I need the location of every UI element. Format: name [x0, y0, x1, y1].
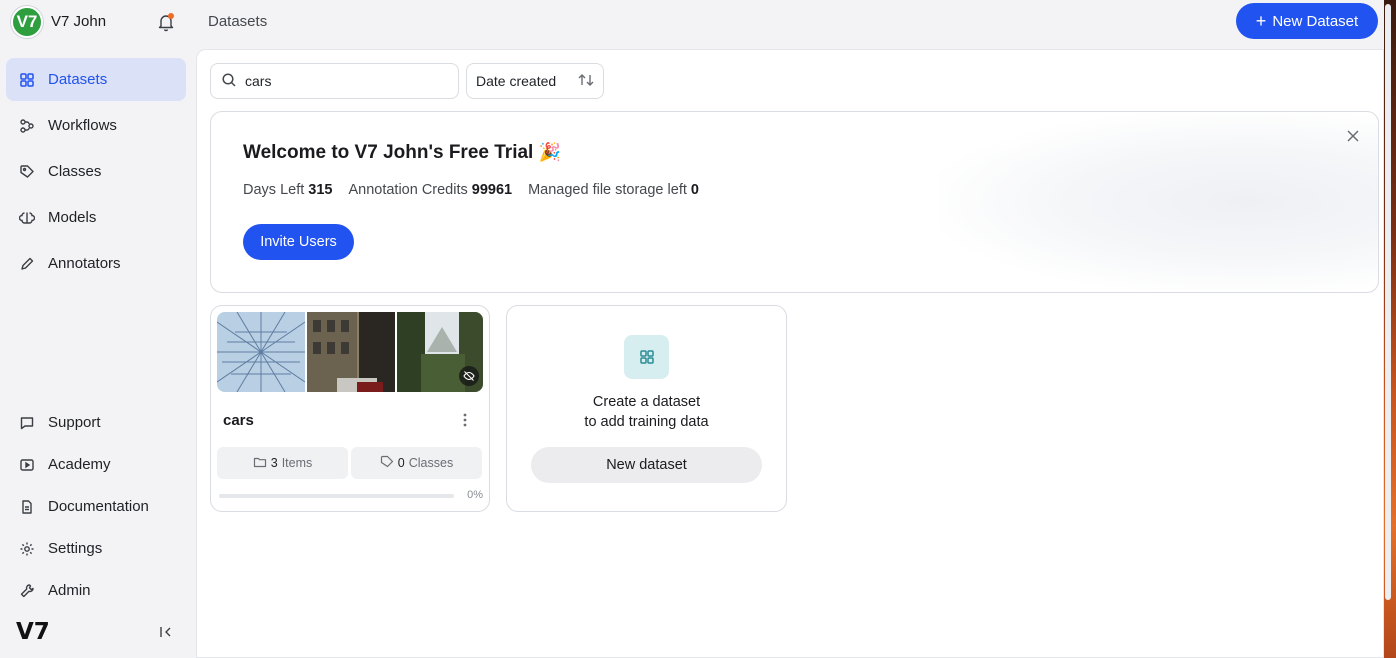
plus-icon: + [1255, 11, 1267, 31]
trial-stats: Days Left 315 Annotation Credits 99961 Man… [243, 182, 699, 198]
main-panel: cars Date created Welcome to V7 John's F… [196, 49, 1384, 658]
items-label: Items [281, 456, 313, 470]
top-bar: V7 V7 John Datasets + New Dataset [0, 0, 1384, 44]
workspace-name[interactable]: V7 John [51, 13, 106, 30]
notification-bell-icon[interactable] [156, 12, 176, 32]
sidebar-item-workflows[interactable]: Workflows [6, 104, 186, 147]
workspace-avatar[interactable]: V7 [11, 6, 43, 38]
party-emoji: 🎉 [538, 142, 562, 162]
create-dataset-card: Create a dataset to add training data Ne… [506, 305, 787, 512]
new-dataset-card-button[interactable]: New dataset [531, 447, 762, 483]
desktop-background [1384, 0, 1396, 658]
tag-icon [19, 164, 35, 180]
search-icon [221, 72, 237, 91]
classes-count-pill[interactable]: 0 Classes [351, 447, 482, 479]
thumbnail-image [217, 312, 306, 392]
wrench-icon [19, 583, 35, 599]
thumbnail-image [397, 312, 483, 392]
annotation-credits-stat: Annotation Credits 99961 [348, 182, 513, 198]
sidebar-item-classes[interactable]: Classes [6, 150, 186, 193]
banner-background [938, 112, 1378, 292]
sidebar-item-label: Workflows [48, 117, 117, 134]
workflow-icon [19, 118, 35, 134]
progress-percent: 0% [467, 489, 483, 501]
sidebar-item-models[interactable]: Models [6, 196, 186, 239]
items-count-pill[interactable]: 3 Items [217, 447, 348, 479]
storage-left-stat: Managed file storage left 0 [528, 182, 699, 198]
pen-icon [19, 256, 35, 272]
sidebar-item-label: Classes [48, 163, 102, 180]
notification-dot [168, 13, 174, 19]
sort-label: Date created [476, 73, 557, 89]
dataset-progress-bar [219, 494, 454, 498]
sidebar-item-label: Annotators [48, 255, 121, 272]
document-icon [19, 499, 35, 515]
brain-icon [19, 210, 35, 226]
sidebar-item-label: Datasets [48, 71, 108, 88]
create-dataset-text: Create a dataset to add training data [584, 394, 709, 430]
welcome-banner: Welcome to V7 John's Free Trial 🎉 Days L… [210, 111, 1379, 293]
sidebar-item-documentation[interactable]: Documentation [6, 485, 186, 528]
welcome-title: Welcome to V7 John's Free Trial 🎉 [243, 142, 562, 163]
classes-count: 0 [397, 456, 405, 470]
dataset-thumbnails [217, 312, 483, 392]
sidebar-item-label: Academy [48, 456, 111, 473]
play-icon [19, 457, 35, 473]
sidebar-item-datasets[interactable]: Datasets [6, 58, 186, 101]
thumbnail-image [307, 312, 395, 392]
eye-off-icon[interactable] [459, 366, 479, 386]
dataset-grid-icon [624, 335, 669, 379]
grid-icon [19, 72, 35, 88]
collapse-sidebar-icon[interactable] [158, 624, 174, 640]
sidebar-item-admin[interactable]: Admin [6, 569, 186, 612]
tag-icon [380, 455, 394, 472]
sidebar-item-label: Documentation [48, 498, 149, 515]
sidebar-item-annotators[interactable]: Annotators [6, 242, 186, 285]
invite-users-button[interactable]: Invite Users [243, 224, 354, 260]
new-dataset-button[interactable]: + New Dataset [1236, 3, 1378, 39]
search-input[interactable]: cars [210, 63, 459, 99]
sidebar-item-label: Support [48, 414, 101, 431]
chat-icon [19, 415, 35, 431]
sidebar-item-label: Models [48, 209, 97, 226]
folder-icon [253, 455, 267, 472]
sort-dropdown[interactable]: Date created [466, 63, 604, 99]
dataset-card[interactable]: cars 3 Items 0 Classes 0% [210, 305, 490, 512]
sidebar-item-label: Admin [48, 582, 91, 599]
sidebar-item-label: Settings [48, 540, 103, 557]
breadcrumb: Datasets [208, 13, 268, 30]
svg-text:V7: V7 [16, 619, 50, 641]
dataset-name[interactable]: cars [223, 412, 254, 429]
scrollbar[interactable] [1385, 4, 1391, 600]
v7-logo[interactable]: V7 [16, 619, 60, 645]
items-count: 3 [270, 456, 278, 470]
new-dataset-label: New Dataset [1272, 12, 1359, 30]
days-left-stat: Days Left 315 [243, 182, 333, 198]
sidebar-item-settings[interactable]: Settings [6, 527, 186, 570]
sidebar-item-academy[interactable]: Academy [6, 443, 186, 486]
more-options-icon[interactable] [462, 412, 468, 428]
search-value: cars [245, 73, 272, 89]
classes-label: Classes [408, 456, 454, 470]
sort-arrows-icon[interactable] [577, 72, 595, 91]
sidebar-item-support[interactable]: Support [6, 401, 186, 444]
close-icon[interactable] [1346, 129, 1360, 143]
gear-icon [19, 541, 35, 557]
